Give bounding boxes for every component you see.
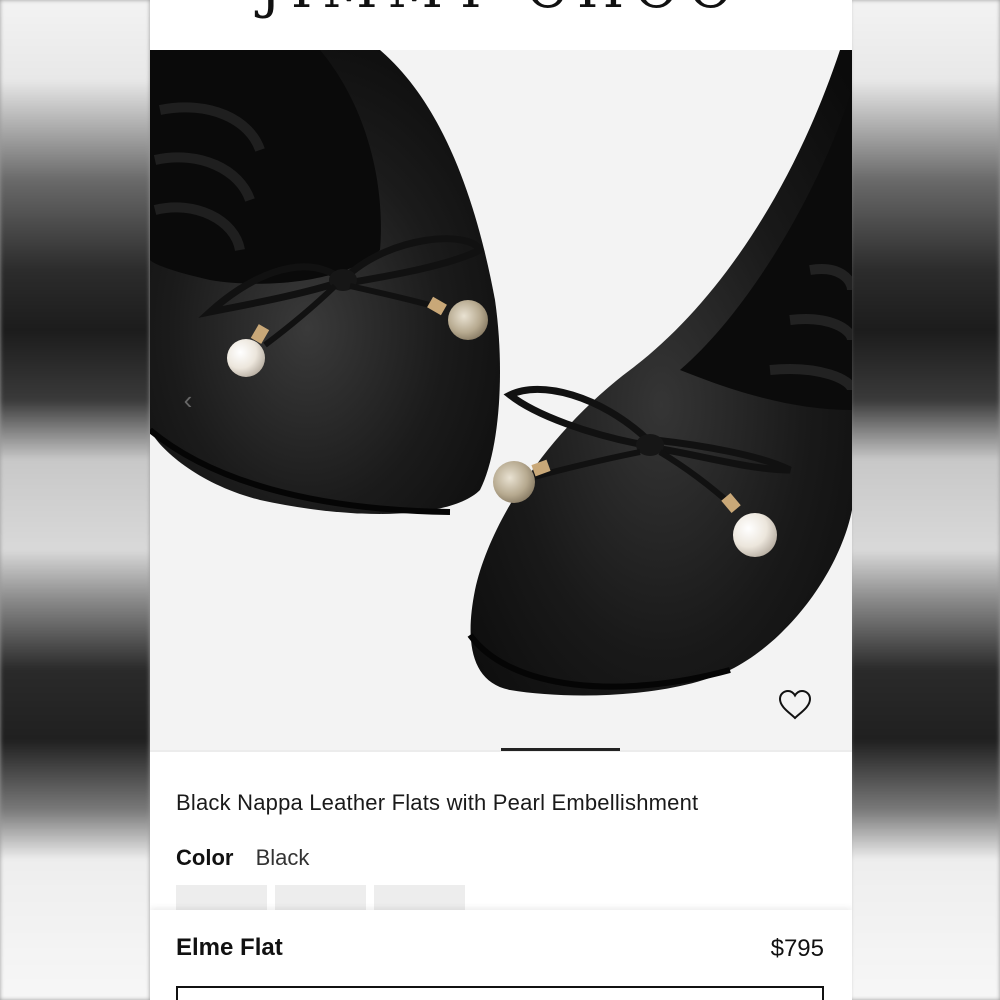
product-image-carousel[interactable]: ‹: [150, 50, 852, 750]
color-row: Color Black: [176, 845, 309, 871]
product-image: [150, 50, 852, 696]
sticky-purchase-bar: Elme Flat $795: [150, 910, 852, 1000]
product-title: Black Nappa Leather Flats with Pearl Emb…: [176, 790, 699, 815]
chevron-left-icon[interactable]: ‹: [176, 387, 200, 413]
color-label: Color: [176, 845, 234, 870]
add-to-bag-button[interactable]: [176, 986, 824, 1000]
heart-outline-icon[interactable]: [778, 690, 818, 730]
product-page: JIMMY CHOO: [150, 0, 852, 1000]
color-value: Black: [255, 845, 310, 870]
gallery-progress-indicator: [501, 748, 620, 751]
blurred-backdrop-left: [0, 0, 150, 1000]
product-name: Elme Flat: [176, 934, 283, 961]
brand-logo[interactable]: JIMMY CHOO: [150, 0, 852, 16]
product-price: $795: [770, 935, 824, 962]
blurred-backdrop-right: [850, 0, 1000, 1000]
